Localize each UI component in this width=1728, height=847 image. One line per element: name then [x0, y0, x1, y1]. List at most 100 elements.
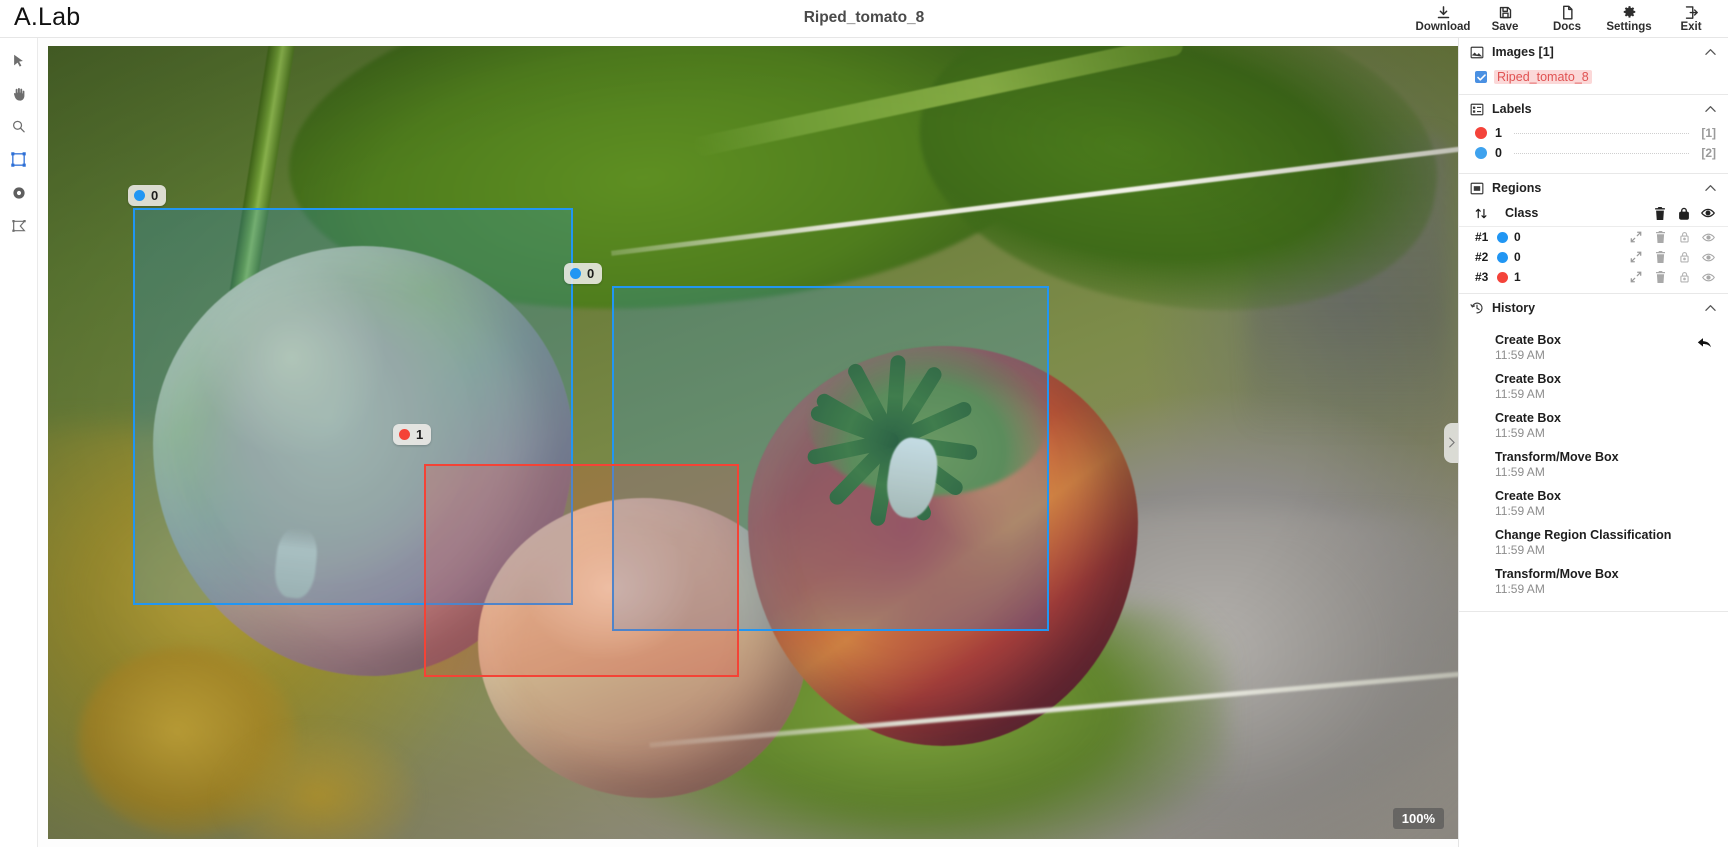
region-id: #2	[1475, 250, 1489, 264]
history-panel-header[interactable]: History	[1459, 294, 1728, 322]
images-panel-header[interactable]: Images [1]	[1459, 38, 1728, 66]
label-dotted-leader	[1513, 152, 1690, 154]
region-delete-icon[interactable]	[1648, 271, 1672, 283]
point-tool[interactable]	[0, 176, 38, 209]
history-item[interactable]: Create Box 11:59 AM	[1459, 406, 1728, 445]
label-color-dot	[1475, 127, 1487, 139]
region-row-2[interactable]: #2 0	[1459, 247, 1728, 267]
label-item-0[interactable]: 0 [2]	[1459, 143, 1728, 163]
annotation-class-text: 0	[151, 188, 159, 203]
select-tool[interactable]	[0, 44, 38, 77]
region-visibility-icon[interactable]	[1696, 252, 1720, 263]
docs-icon	[1560, 5, 1575, 20]
image-checkbox[interactable]	[1475, 71, 1487, 83]
region-lock-icon[interactable]	[1672, 271, 1696, 283]
annotation-class-text: 0	[587, 266, 595, 281]
delete-all-regions-icon[interactable]	[1648, 206, 1672, 220]
label-dotted-leader	[1513, 132, 1690, 134]
polygon-tool[interactable]	[0, 209, 38, 242]
chevron-up-icon[interactable]	[1705, 304, 1716, 312]
region-row-3[interactable]: #3 1	[1459, 267, 1728, 287]
region-color-dot	[1497, 251, 1508, 263]
region-delete-icon[interactable]	[1648, 231, 1672, 243]
bounding-box-tool[interactable]	[0, 143, 38, 176]
show-all-regions-icon[interactable]	[1696, 207, 1720, 219]
region-visibility-icon[interactable]	[1696, 232, 1720, 243]
region-collapse-icon[interactable]	[1624, 251, 1648, 263]
labels-panel-header[interactable]: Labels	[1459, 95, 1728, 123]
images-panel-title: Images [1]	[1492, 45, 1554, 59]
settings-label: Settings	[1606, 21, 1652, 33]
docs-button[interactable]: Docs	[1536, 0, 1598, 38]
class-color-dot	[570, 268, 581, 279]
sort-icon[interactable]	[1475, 207, 1505, 220]
canvas-pane[interactable]: 0 0 1 100%	[38, 38, 1458, 847]
regions-table-header: Class	[1459, 202, 1728, 227]
chevron-up-icon[interactable]	[1705, 48, 1716, 56]
annotation-label-3[interactable]: 1	[393, 424, 432, 445]
region-delete-icon[interactable]	[1648, 251, 1672, 263]
chevron-right-icon	[1448, 437, 1455, 448]
annotated-photo: 0 0 1 100%	[48, 46, 1458, 839]
region-row-1[interactable]: #1 0	[1459, 227, 1728, 247]
class-color-dot	[134, 190, 145, 201]
regions-class-column-header: Class	[1505, 206, 1539, 220]
region-lock-icon[interactable]	[1672, 231, 1696, 243]
lock-all-regions-icon[interactable]	[1672, 207, 1696, 220]
top-bar: A.Lab Riped_tomato_8 Download Save Docs …	[0, 0, 1728, 38]
region-lock-icon[interactable]	[1672, 251, 1696, 263]
save-label: Save	[1491, 21, 1519, 33]
history-item[interactable]: Change Region Classification 11:59 AM	[1459, 523, 1728, 562]
region-color-dot	[1497, 231, 1508, 243]
undo-icon[interactable]	[1697, 337, 1712, 348]
region-class[interactable]: 0	[1497, 230, 1624, 244]
labels-icon	[1469, 103, 1484, 116]
region-color-dot	[1497, 271, 1508, 283]
labels-panel: Labels 1 [1] 0 [2]	[1459, 95, 1728, 174]
history-time: 11:59 AM	[1495, 348, 1545, 362]
region-class[interactable]: 1	[1497, 270, 1624, 284]
region-class-name: 1	[1514, 270, 1521, 284]
chevron-up-icon[interactable]	[1705, 184, 1716, 192]
zoom-level-badge: 100%	[1392, 808, 1444, 829]
labels-panel-title: Labels	[1492, 102, 1532, 116]
image-list-item[interactable]: Riped_tomato_8	[1459, 66, 1728, 94]
region-class-name: 0	[1514, 250, 1521, 264]
history-action: Create Box	[1495, 372, 1561, 386]
save-button[interactable]: Save	[1474, 0, 1536, 38]
save-icon	[1498, 5, 1513, 20]
chevron-up-icon[interactable]	[1705, 105, 1716, 113]
history-item[interactable]: Create Box 11:59 AM	[1459, 484, 1728, 523]
annotation-label-2[interactable]: 0	[564, 263, 603, 284]
region-collapse-icon[interactable]	[1624, 271, 1648, 283]
image-name: Riped_tomato_8	[1494, 70, 1592, 84]
label-item-1[interactable]: 1 [1]	[1459, 123, 1728, 143]
pan-tool[interactable]	[0, 77, 38, 110]
region-visibility-icon[interactable]	[1696, 272, 1720, 283]
download-button[interactable]: Download	[1412, 0, 1474, 38]
sidebar-collapse-handle[interactable]	[1444, 422, 1458, 463]
history-action: Create Box	[1495, 333, 1561, 347]
history-item[interactable]: Transform/Move Box 11:59 AM	[1459, 562, 1728, 601]
history-item[interactable]: Create Box 11:59 AM	[1459, 328, 1728, 367]
docs-label: Docs	[1552, 21, 1582, 33]
settings-button[interactable]: Settings	[1598, 0, 1660, 38]
label-color-dot	[1475, 147, 1487, 159]
annotation-box-3[interactable]	[424, 464, 739, 677]
history-item[interactable]: Transform/Move Box 11:59 AM	[1459, 445, 1728, 484]
history-item[interactable]: Create Box 11:59 AM	[1459, 367, 1728, 406]
right-sidebar: Images [1] Riped_tomato_8 Labels 1 [1] 0…	[1458, 38, 1728, 847]
image-canvas-area[interactable]: 0 0 1 100%	[38, 38, 1458, 847]
region-class[interactable]: 0	[1497, 250, 1624, 264]
polygon-icon	[11, 218, 27, 234]
region-collapse-icon[interactable]	[1624, 231, 1648, 243]
history-list: Create Box 11:59 AM Create Box 11:59 AM …	[1459, 322, 1728, 611]
tool-palette	[0, 38, 38, 847]
history-time: 11:59 AM	[1495, 426, 1545, 440]
gear-icon	[1622, 5, 1637, 20]
exit-button[interactable]: Exit	[1660, 0, 1722, 38]
regions-panel-header[interactable]: Regions	[1459, 174, 1728, 202]
zoom-tool[interactable]	[0, 110, 38, 143]
labels-list: 1 [1] 0 [2]	[1459, 123, 1728, 173]
annotation-label-1[interactable]: 0	[128, 185, 167, 206]
